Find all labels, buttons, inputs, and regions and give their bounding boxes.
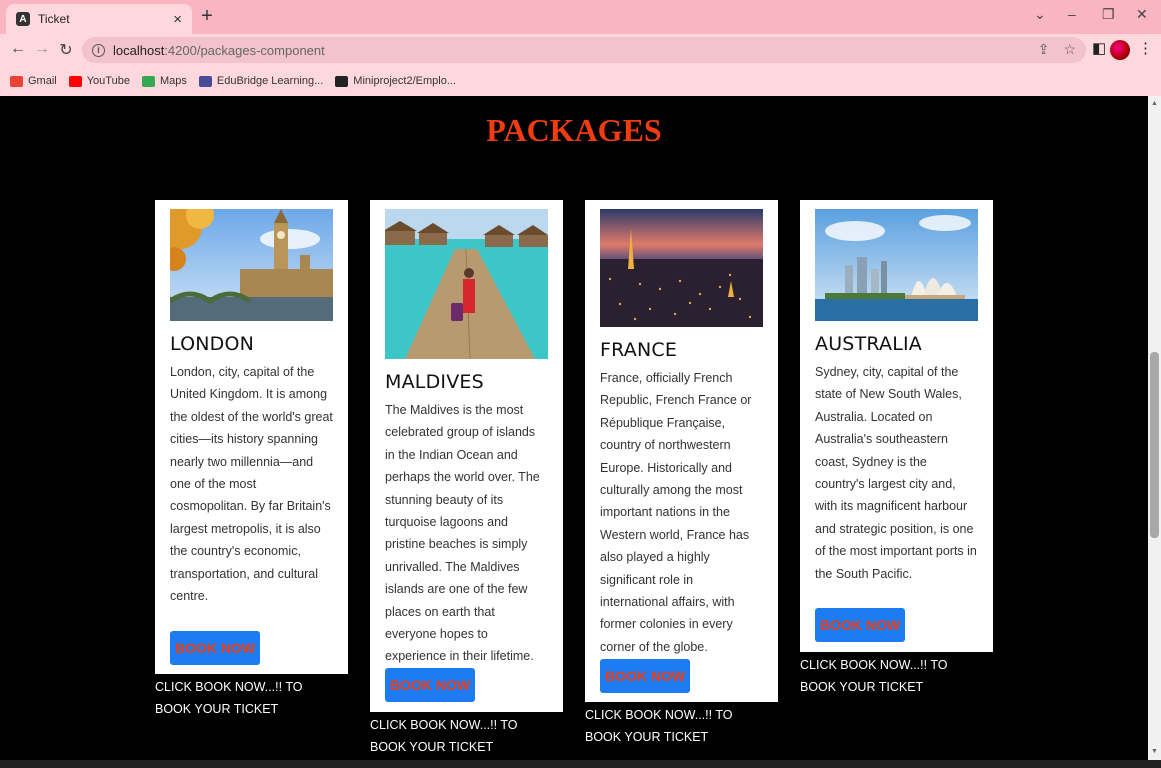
card-title: LONDON (170, 333, 255, 355)
card-description: London, city, capital of the United King… (170, 365, 333, 604)
paris-night-image (600, 209, 763, 327)
edubridge-icon (198, 75, 212, 87)
page-viewport: PACKAGES LONDON London, city, capital of… (0, 96, 1148, 760)
package-card-france: FRANCE France, officially French Republi… (585, 200, 778, 702)
angular-favicon-icon: A (16, 12, 30, 26)
card-caption: CLICK BOOK NOW...!! TO BOOK YOUR TICKET (800, 658, 948, 695)
site-info-icon[interactable]: i (92, 43, 105, 57)
youtube-icon (68, 75, 82, 87)
bookmark-item[interactable]: Miniproject2/Emplo... (335, 75, 456, 87)
book-now-button[interactable]: BOOK NOW (385, 668, 475, 702)
restore-icon[interactable]: ❐ (1102, 6, 1115, 23)
bookmark-item[interactable]: Maps (141, 75, 187, 87)
bookmark-item[interactable]: YouTube (68, 75, 130, 87)
maldives-boardwalk-image (385, 209, 548, 359)
tab-strip: A Ticket × + ⌄ – ❐ ✕ (0, 0, 1161, 34)
tab-title: Ticket (38, 12, 70, 26)
menu-icon[interactable]: ⋮ (1138, 39, 1153, 57)
maps-icon (141, 75, 155, 87)
card-caption: CLICK BOOK NOW...!! TO BOOK YOUR TICKET (370, 718, 518, 755)
page-scrollbar[interactable]: ▲ ▼ (1148, 96, 1161, 760)
bookmark-label: YouTube (86, 75, 130, 87)
book-now-button[interactable]: BOOK NOW (600, 659, 690, 693)
profile-avatar[interactable] (1110, 40, 1130, 60)
taskbar-edge (0, 760, 1161, 768)
bookmark-label: Gmail (28, 75, 57, 87)
new-tab-button[interactable]: + (196, 6, 218, 28)
bookmark-label: Miniproject2/Emplo... (353, 75, 457, 87)
address-bar[interactable]: i localhost :4200/packages-component ⇪ ☆ (82, 37, 1086, 63)
card-description: The Maldives is the most celebrated grou… (385, 403, 540, 664)
card-title: MALDIVES (385, 371, 484, 393)
book-now-button[interactable]: BOOK NOW (170, 631, 260, 665)
minimize-icon[interactable]: – (1068, 6, 1076, 22)
side-panel-icon[interactable]: ◧ (1092, 39, 1106, 57)
bookmark-item[interactable]: EduBridge Learning... (198, 75, 324, 87)
scroll-up-icon[interactable]: ▲ (1151, 100, 1158, 107)
url-path: :4200/packages-component (164, 42, 325, 58)
scroll-down-icon[interactable]: ▼ (1151, 748, 1158, 755)
gmail-icon (10, 75, 23, 87)
url-host: localhost (113, 42, 165, 58)
book-now-button[interactable]: BOOK NOW (815, 608, 905, 642)
bookmark-label: Maps (159, 75, 187, 87)
close-window-icon[interactable]: ✕ (1136, 6, 1148, 23)
back-icon[interactable]: ← (8, 40, 28, 58)
bookmarks-bar: Gmail YouTube Maps EduBridge Learning... Min… (0, 66, 1161, 96)
card-title: AUSTRALIA (815, 333, 922, 355)
tab-close-icon[interactable]: × (173, 11, 182, 28)
bookmark-item[interactable]: Gmail (10, 75, 57, 87)
page-title: PACKAGES (486, 112, 662, 148)
card-caption: CLICK BOOK NOW...!! TO BOOK YOUR TICKET (585, 708, 733, 745)
scroll-thumb[interactable] (1150, 352, 1159, 538)
tab-search-icon[interactable]: ⌄ (1034, 6, 1046, 23)
london-big-ben-image (170, 209, 333, 321)
card-description: Sydney, city, capital of the state of Ne… (815, 365, 977, 581)
card-description: France, officially French Republic, Fren… (600, 371, 752, 654)
forward-icon[interactable]: → (32, 40, 52, 58)
share-icon[interactable]: ⇪ (1038, 41, 1050, 58)
browser-toolbar: ← → ↻ i localhost :4200/packages-compone… (0, 34, 1161, 66)
sydney-opera-house-image (815, 209, 978, 321)
card-caption: CLICK BOOK NOW...!! TO BOOK YOUR TICKET (155, 680, 303, 717)
package-card-london: LONDON London, city, capital of the Unit… (155, 200, 348, 674)
github-icon (335, 75, 349, 87)
bookmark-label: EduBridge Learning... (216, 75, 324, 87)
package-card-australia: AUSTRALIA Sydney, city, capital of the s… (800, 200, 993, 652)
browser-tab[interactable]: A Ticket × (6, 4, 192, 34)
reload-icon[interactable]: ↻ (56, 40, 76, 60)
bookmark-star-icon[interactable]: ☆ (1063, 41, 1076, 58)
card-title: FRANCE (600, 339, 678, 361)
package-card-maldives: MALDIVES The Maldives is the most celebr… (370, 200, 563, 712)
